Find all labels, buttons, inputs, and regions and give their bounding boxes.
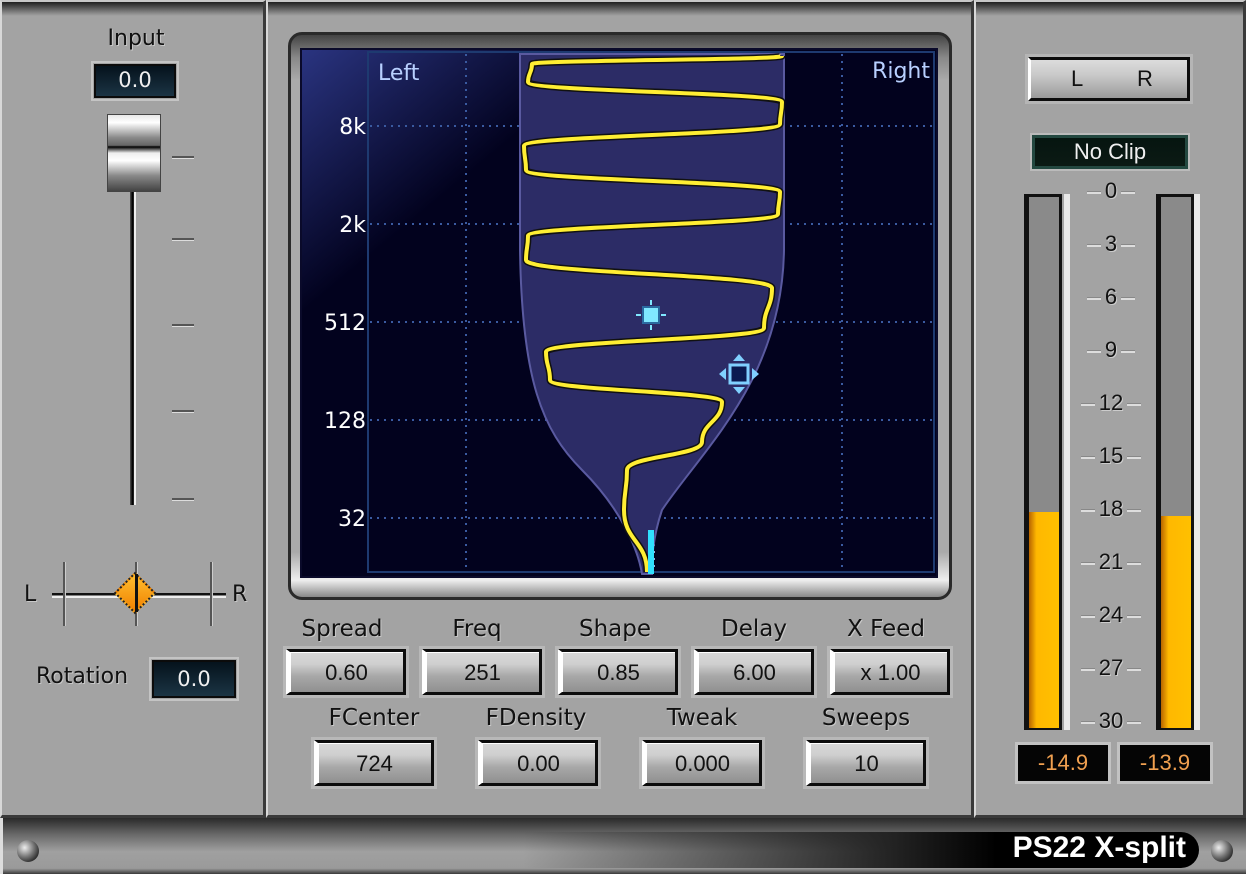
level-indicator-bar [648,530,654,574]
balance-handle-line [135,574,138,612]
xfeed-button[interactable]: x 1.00 [827,646,953,698]
delay-button[interactable]: 6.00 [691,646,817,698]
meter-highlight [1194,194,1200,730]
freq-button[interactable]: 251 [419,646,545,698]
sweeps-button[interactable]: 10 [803,737,929,789]
clip-indicator[interactable]: No Clip [1030,133,1190,171]
right-channel-label: Right [872,59,930,84]
shape-button[interactable]: 0.85 [555,646,681,698]
input-fader-track[interactable] [130,187,136,505]
panel-shade [268,2,971,16]
spread-button[interactable]: 0.60 [283,646,409,698]
meter-scale-label: 6 [1072,284,1150,310]
fdensity-label: FDensity [485,705,587,731]
meter-scale-label: 12 [1072,390,1150,416]
input-fader-handle[interactable] [107,114,161,192]
tweak-label: Tweak [666,705,738,731]
screw-icon [1211,840,1233,862]
delay-label: Delay [721,616,787,642]
input-value-display[interactable]: 0.0 [91,61,179,101]
shape-label: Shape [578,616,652,642]
fader-tick [172,238,194,241]
freq-tick-label: 32 [338,507,366,532]
left-channel-label: Left [378,61,420,86]
meter-scale-label: 15 [1072,443,1150,469]
screw-icon [17,840,39,862]
meter-scale-label: 0 [1072,178,1150,204]
balance-tick [210,562,213,626]
meter-panel: L R No Clip 0 3 6 9 12 15 18 21 24 27 30 -14.9 -13… [974,0,1246,818]
lr-button-right: R [1137,66,1153,91]
meter-scale-label: 30 [1072,708,1150,734]
fader-tick [172,324,194,327]
input-panel: Input 0.0 L R Rotation 0.0 [0,0,266,818]
right-peak-readout[interactable]: -13.9 [1117,742,1213,784]
rotation-value-display[interactable]: 0.0 [149,657,239,701]
plugin-title: PS22 X-split [1012,831,1186,864]
input-label: Input [107,26,165,51]
right-level-meter [1156,194,1194,730]
fader-tick [172,410,194,413]
fcenter-label: FCenter [328,705,420,731]
left-meter-fill [1029,512,1059,728]
rotation-label: Rotation [36,664,129,689]
meter-scale-label: 21 [1072,549,1150,575]
sweeps-label: Sweeps [821,705,911,731]
fdensity-button[interactable]: 0.00 [475,737,601,789]
lr-button-left: L [1071,66,1084,91]
right-meter-fill [1161,515,1191,728]
sweep-display-canvas: 8k 2k 512 128 32 Left Right [302,50,936,576]
freq-tick-label: 8k [339,115,366,140]
sweep-display[interactable]: 8k 2k 512 128 32 Left Right [300,48,938,578]
meter-scale-label: 9 [1072,337,1150,363]
xfeed-label: X Feed [847,616,925,642]
spread-label: Spread [301,616,383,642]
balance-right-label: R [232,582,248,607]
tweak-button[interactable]: 0.000 [639,737,765,789]
fader-tick [172,156,194,159]
meter-scale-label: 3 [1072,231,1150,257]
panel-shade [976,2,1243,16]
freq-tick-label: 128 [324,409,366,434]
balance-left-label: L [24,582,37,607]
fader-tick [172,498,194,501]
freq-tick-label: 512 [324,311,366,336]
left-level-meter [1024,194,1062,730]
meter-scale-label: 18 [1072,496,1150,522]
balance-tick [63,562,66,626]
left-peak-readout[interactable]: -14.9 [1015,742,1111,784]
freq-label: Freq [452,616,502,642]
meter-scale-label: 27 [1072,655,1150,681]
lr-mode-button[interactable]: L R [1025,54,1193,104]
panel-shade [2,2,263,16]
fcenter-button[interactable]: 724 [311,737,437,789]
meter-scale-label: 24 [1072,602,1150,628]
plugin-footer: PS22 X-split [0,818,1246,874]
meter-highlight [1064,194,1070,730]
freq-tick-label: 2k [339,213,366,238]
